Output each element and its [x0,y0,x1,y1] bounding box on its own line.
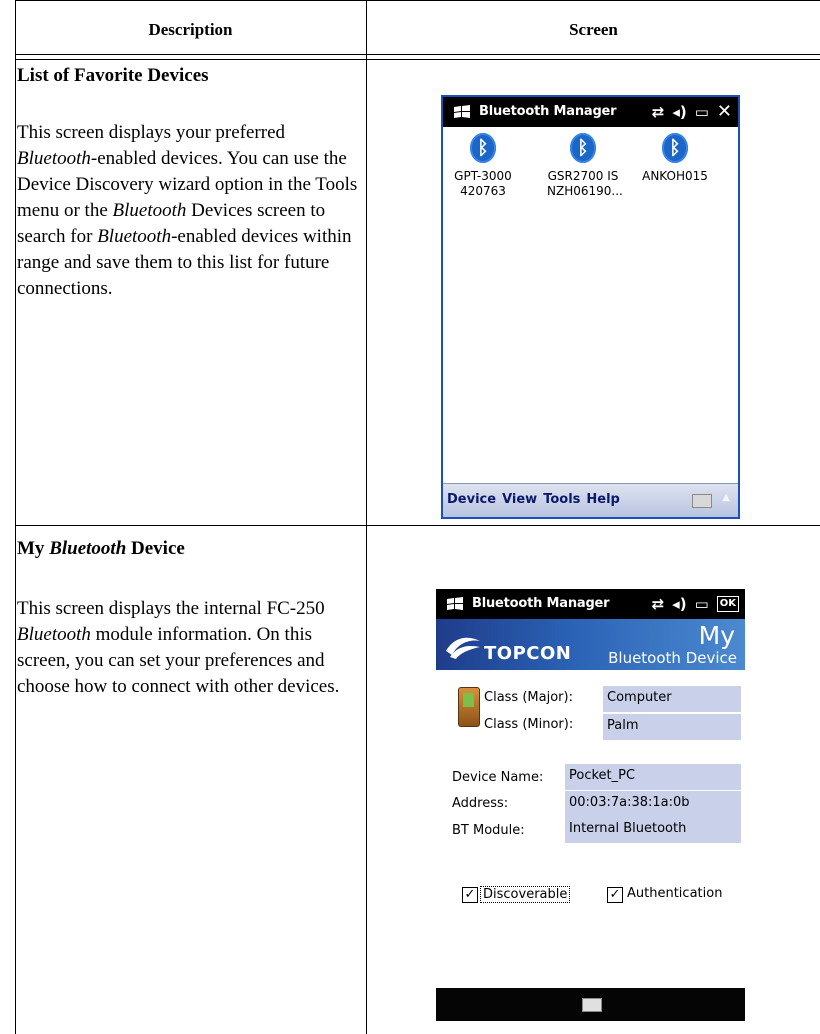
heading-big: My [698,621,735,650]
header-rule-1 [15,54,820,55]
favorite-device-1[interactable]: ᛒ GPT-3000 420763 [447,133,519,199]
windows-logo-icon [454,105,470,118]
table-column-divider [366,0,367,1034]
class-minor-value: Palm [603,714,741,740]
device-label: ANKOH015 [642,169,708,183]
menu-tools[interactable]: Tools [543,492,580,507]
device-label: GSR2700 IS NZH06190... [547,169,623,198]
favorite-device-2[interactable]: ᛒ GSR2700 IS NZH06190... [547,133,623,199]
row1-body-part-5: Bluetooth [97,226,172,247]
row2-body-part-1: Bluetooth [17,624,91,645]
volume-icon[interactable]: ◂) [672,594,686,614]
menu-view[interactable]: View [502,492,537,507]
bluetooth-icon: ᛒ [470,133,496,163]
app-title: Bluetooth Manager [479,104,617,119]
titlebar: Bluetooth Manager ⇄ ◂) ▭ OK [436,589,745,619]
row-divider [15,525,820,526]
windows-logo-icon [447,597,463,610]
address-value: 00:03:7a:38:1a:0b [565,791,741,817]
favorites-screenshot: Bluetooth Manager ⇄ ◂) ▭ ✕ ᛒ GPT-3000 42… [441,95,740,519]
row2-body-part-0: This screen displays the internal FC-250 [17,598,325,619]
menu-help[interactable]: Help [586,492,619,507]
bt-module-value: Internal Bluetooth [565,817,741,843]
table-border-top [15,0,820,1]
close-icon[interactable]: ✕ [717,102,732,122]
connectivity-icon[interactable]: ⇄ [652,594,665,614]
header-screen: Screen [569,20,618,39]
keyboard-icon[interactable] [582,998,602,1012]
heading-small: Bluetooth Device [608,649,737,667]
discoverable-label[interactable]: Discoverable [480,886,571,903]
row2-title: My Bluetooth Device [17,538,185,560]
favorite-device-3[interactable]: ᛒ ANKOH015 [639,133,711,184]
battery-icon[interactable]: ▭ [695,102,709,122]
topcon-logo-icon [446,637,480,659]
row1-body: This screen displays your preferred Blue… [17,120,362,302]
row2-title-a: My [17,538,50,559]
table-border-left [15,0,16,1034]
brand-logo-text: TOPCON [484,643,572,664]
bluetooth-icon: ᛒ [662,133,688,163]
battery-icon[interactable]: ▭ [695,594,709,614]
class-major-label: Class (Major): [484,690,573,705]
row1-title: List of Favorite Devices [17,65,209,86]
header-description: Description [148,20,233,39]
row2-title-b: Bluetooth [49,538,127,559]
address-label: Address: [452,796,509,811]
bottom-bar [436,988,745,1021]
row2-title-c: Device [126,538,185,559]
row1-body-part-1: Bluetooth [17,148,91,169]
titlebar: Bluetooth Manager ⇄ ◂) ▭ ✕ [443,97,738,127]
row1-body-part-3: Bluetooth [112,200,187,221]
connectivity-icon[interactable]: ⇄ [652,102,665,122]
header-banner: TOPCON My Bluetooth Device [436,619,745,670]
discoverable-checkbox[interactable]: ✓ [462,887,478,903]
menu-bar: Device View Tools Help ▲ [443,483,738,517]
row2-body: This screen displays the internal FC-250… [17,596,362,700]
ok-button[interactable]: OK [716,596,739,612]
class-major-value: Computer [603,686,741,712]
keyboard-icon[interactable] [692,494,712,508]
device-label: GPT-3000 420763 [454,169,512,198]
device-name-label: Device Name: [452,770,544,785]
header-rule-2 [15,59,820,60]
device-name-value[interactable]: Pocket_PC [565,764,741,790]
authentication-label[interactable]: Authentication [627,886,722,901]
bluetooth-icon: ᛒ [570,133,596,163]
menu-device[interactable]: Device [447,492,496,507]
bt-module-label: BT Module: [452,823,525,838]
class-minor-label: Class (Minor): [484,717,574,732]
keyboard-arrow-icon[interactable]: ▲ [722,492,730,503]
my-device-screenshot: Bluetooth Manager ⇄ ◂) ▭ OK TOPCON My Bl… [436,589,745,1021]
row1-body-part-0: This screen displays your preferred [17,122,286,143]
authentication-checkbox[interactable]: ✓ [607,887,623,903]
app-title: Bluetooth Manager [472,596,610,611]
device-image [458,687,480,727]
volume-icon[interactable]: ◂) [672,102,686,122]
